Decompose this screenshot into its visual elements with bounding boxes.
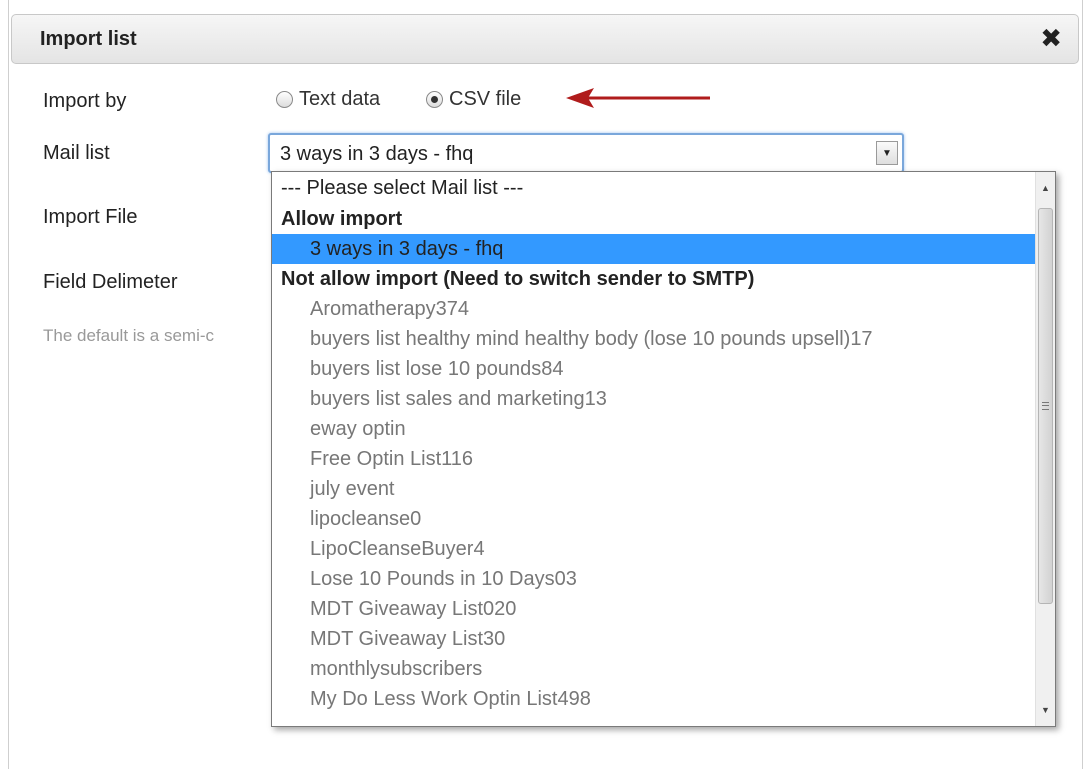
list-item[interactable]: july event bbox=[272, 474, 1036, 504]
list-item[interactable]: buyers list healthy mind healthy body (l… bbox=[272, 324, 1036, 354]
list-item[interactable]: buyers list sales and marketing13 bbox=[272, 384, 1036, 414]
list-item[interactable]: buyers list lose 10 pounds84 bbox=[272, 354, 1036, 384]
radio-text-data[interactable]: Text data bbox=[276, 88, 380, 111]
mail-list-select[interactable]: 3 ways in 3 days - fhq ▼ bbox=[268, 133, 904, 173]
delimiter-hint: The default is a semi-c bbox=[43, 326, 215, 345]
radio-text-data-label: Text data bbox=[299, 88, 381, 110]
radio-csv-file-circle[interactable] bbox=[426, 91, 443, 108]
scrollbar-thumb[interactable] bbox=[1038, 208, 1053, 604]
optgroup-not-allow-import: Not allow import (Need to switch sender … bbox=[281, 268, 755, 290]
radio-text-data-circle[interactable] bbox=[276, 91, 293, 108]
dropdown-placeholder-option[interactable]: --- Please select Mail list --- bbox=[272, 172, 1036, 204]
mail-list-label: Mail list bbox=[43, 142, 110, 164]
red-arrow-icon bbox=[566, 88, 710, 108]
dialog-title: Import list bbox=[40, 28, 137, 50]
import-by-label: Import by bbox=[43, 90, 127, 112]
list-item[interactable]: eway optin bbox=[272, 414, 1036, 444]
list-item-selected[interactable]: 3 ways in 3 days - fhq bbox=[272, 234, 1036, 264]
dropdown-scrollbar[interactable]: ▲ ▼ bbox=[1035, 172, 1055, 726]
list-item[interactable]: Aromatherapy374 bbox=[272, 294, 1036, 324]
scroll-up-icon[interactable]: ▲ bbox=[1036, 178, 1055, 198]
list-item[interactable]: MDT Giveaway List30 bbox=[272, 624, 1036, 654]
field-delimiter-label: Field Delimeter bbox=[43, 271, 178, 293]
list-item[interactable]: monthlysubscribers bbox=[272, 654, 1036, 684]
scroll-down-icon[interactable]: ▼ bbox=[1036, 700, 1055, 720]
import-file-label: Import File bbox=[43, 206, 138, 228]
close-icon[interactable]: ✖ bbox=[1040, 23, 1062, 53]
list-item[interactable]: LipoCleanseBuyer4 bbox=[272, 534, 1036, 564]
dialog-titlebar: Import list ✖ bbox=[11, 14, 1079, 64]
radio-csv-file-label: CSV file bbox=[449, 88, 522, 110]
list-item[interactable]: lipocleanse0 bbox=[272, 504, 1036, 534]
grip-icon bbox=[1042, 402, 1049, 410]
optgroup-allow-import: Allow import bbox=[281, 208, 403, 230]
list-item[interactable]: MDT Giveaway List020 bbox=[272, 594, 1036, 624]
mail-list-select-value: 3 ways in 3 days - fhq bbox=[280, 143, 474, 165]
mail-list-dropdown[interactable]: --- Please select Mail list --- Allow im… bbox=[271, 171, 1056, 727]
radio-csv-file[interactable]: CSV file bbox=[426, 88, 521, 111]
chevron-down-icon[interactable]: ▼ bbox=[876, 141, 898, 165]
list-item[interactable]: Lose 10 Pounds in 10 Days03 bbox=[272, 564, 1036, 594]
list-item[interactable]: My Do Less Work Optin List498 bbox=[272, 684, 1036, 714]
list-item[interactable]: Free Optin List116 bbox=[272, 444, 1036, 474]
